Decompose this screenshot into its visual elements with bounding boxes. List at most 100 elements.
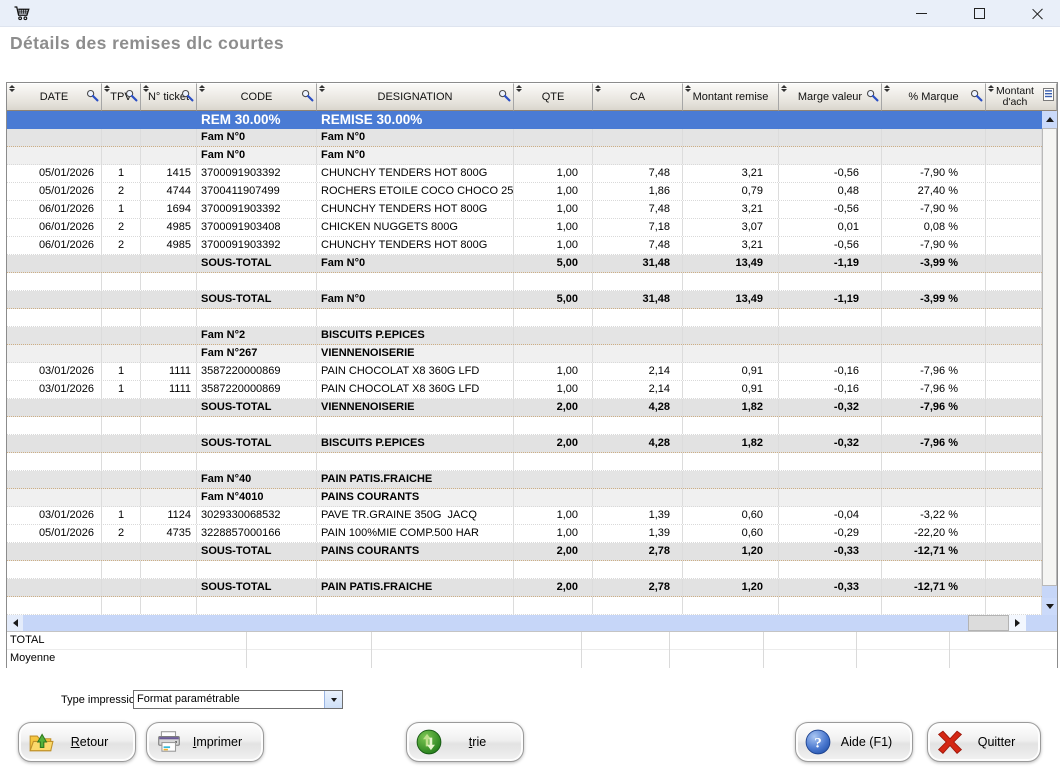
table-row-empty[interactable] bbox=[7, 417, 1042, 435]
table-row-data[interactable]: 03/01/2026111113587220000869PAIN CHOCOLA… bbox=[7, 381, 1042, 399]
column-header-code[interactable]: CODE bbox=[197, 83, 317, 111]
cell-qte bbox=[514, 111, 593, 128]
table-row-empty[interactable] bbox=[7, 273, 1042, 291]
quitter-button[interactable]: Quitter bbox=[927, 722, 1041, 762]
cell-montant bbox=[986, 507, 1042, 524]
cell-remise: 1,20 bbox=[683, 543, 779, 560]
table-row-fam-a[interactable]: Fam N°40PAIN PATIS.FRAICHE bbox=[7, 471, 1042, 489]
column-header-marge[interactable]: Marge valeur bbox=[779, 83, 882, 111]
cell-designation: PAINS COURANTS bbox=[317, 489, 514, 506]
table-row-fam-a[interactable]: Fam N°0Fam N°0 bbox=[7, 129, 1042, 147]
close-button[interactable] bbox=[1014, 0, 1060, 26]
table-row-subtotal[interactable]: SOUS-TOTALFam N°05,0031,4813,49-1,19-3,9… bbox=[7, 255, 1042, 273]
cell-qte: 2,00 bbox=[514, 579, 593, 596]
table-row-fam-a[interactable]: Fam N°2BISCUITS P.EPICES bbox=[7, 327, 1042, 345]
table-row-data[interactable]: 05/01/2026114153700091903392CHUNCHY TEND… bbox=[7, 165, 1042, 183]
filter-magnifier-icon[interactable] bbox=[125, 89, 138, 105]
horizontal-scrollbar-thumb[interactable] bbox=[968, 615, 1009, 631]
column-header-montant[interactable]: Montant d'ach bbox=[986, 83, 1057, 111]
cell-marque: -3,22 % bbox=[882, 507, 986, 524]
column-header-date[interactable]: DATE bbox=[7, 83, 102, 111]
table-row-data[interactable]: 06/01/2026116943700091903392CHUNCHY TEND… bbox=[7, 201, 1042, 219]
trie-button[interactable]: trie bbox=[406, 722, 524, 762]
cell-tpv bbox=[102, 327, 141, 344]
cell-montant bbox=[986, 471, 1042, 488]
table-row-subtotal[interactable]: SOUS-TOTALFam N°05,0031,4813,49-1,19-3,9… bbox=[7, 291, 1042, 309]
cell-ca: 2,14 bbox=[593, 363, 683, 380]
vertical-scrollbar-thumb[interactable] bbox=[1042, 128, 1057, 586]
cell-tpv bbox=[102, 273, 141, 290]
table-row-data[interactable]: 06/01/2026249853700091903408CHICKEN NUGG… bbox=[7, 219, 1042, 237]
cell-remise: 0,60 bbox=[683, 507, 779, 524]
type-impression-select[interactable]: Format paramétrable bbox=[133, 690, 343, 709]
cell-marque: 27,40 % bbox=[882, 183, 986, 200]
cell-marge: -0,32 bbox=[779, 399, 882, 416]
column-header-marque[interactable]: % Marque bbox=[882, 83, 986, 111]
cell-remise: 1,20 bbox=[683, 579, 779, 596]
filter-magnifier-icon[interactable] bbox=[301, 89, 314, 105]
scroll-down-button[interactable] bbox=[1042, 598, 1057, 615]
column-header-designation[interactable]: DESIGNATION bbox=[317, 83, 514, 111]
cell-ca: 7,48 bbox=[593, 237, 683, 254]
table-row-subtotal[interactable]: SOUS-TOTALPAINS COURANTS2,002,781,20-0,3… bbox=[7, 543, 1042, 561]
table-row-fam-b[interactable]: Fam N°267VIENNENOISERIE bbox=[7, 345, 1042, 363]
cell-ticket bbox=[141, 111, 197, 128]
cell-designation: PAINS COURANTS bbox=[317, 543, 514, 560]
scroll-right-button[interactable] bbox=[1009, 615, 1026, 631]
table-row-empty[interactable] bbox=[7, 561, 1042, 579]
column-header-remise[interactable]: Montant remise bbox=[683, 83, 779, 111]
table-row-fam-b[interactable]: Fam N°4010PAINS COURANTS bbox=[7, 489, 1042, 507]
cell-ca: 2,78 bbox=[593, 543, 683, 560]
cell-code: Fam N°4010 bbox=[197, 489, 317, 506]
cell-tpv bbox=[102, 291, 141, 308]
cell-marge: -0,56 bbox=[779, 201, 882, 218]
table-row-subtotal[interactable]: SOUS-TOTALPAIN PATIS.FRAICHE2,002,781,20… bbox=[7, 579, 1042, 597]
column-header-qte[interactable]: QTE bbox=[514, 83, 593, 111]
table-row-data[interactable]: 03/01/2026111113587220000869PAIN CHOCOLA… bbox=[7, 363, 1042, 381]
cell-montant bbox=[986, 273, 1042, 290]
table-row-data[interactable]: 05/01/2026247353228857000166PAIN 100%MIE… bbox=[7, 525, 1042, 543]
filter-magnifier-icon[interactable] bbox=[181, 89, 194, 105]
cell-marque bbox=[882, 597, 986, 614]
table-row-empty[interactable] bbox=[7, 453, 1042, 471]
column-header-tpv[interactable]: TPV bbox=[102, 83, 141, 111]
cell-marque bbox=[882, 471, 986, 488]
aide-button[interactable]: ? Aide (F1) bbox=[795, 722, 913, 762]
imprimer-button[interactable]: Imprimer bbox=[146, 722, 264, 762]
filter-magnifier-icon[interactable] bbox=[86, 89, 99, 105]
cell-qte: 1,00 bbox=[514, 219, 593, 236]
cell-designation bbox=[317, 561, 514, 578]
vertical-scrollbar[interactable] bbox=[1042, 111, 1057, 615]
table-row-fam-b[interactable]: Fam N°0Fam N°0 bbox=[7, 147, 1042, 165]
table-row-data[interactable]: 03/01/2026111243029330068532PAVE TR.GRAI… bbox=[7, 507, 1042, 525]
table-row-subtotal[interactable]: SOUS-TOTALVIENNENOISERIE2,004,281,82-0,3… bbox=[7, 399, 1042, 417]
cell-ca: 1,39 bbox=[593, 525, 683, 542]
cell-marque: -7,90 % bbox=[882, 201, 986, 218]
scroll-left-button[interactable] bbox=[7, 615, 23, 631]
horizontal-scrollbar[interactable] bbox=[7, 615, 1057, 631]
cell-date: 05/01/2026 bbox=[7, 165, 102, 182]
sort-arrows-icon bbox=[780, 85, 787, 92]
report-icon[interactable] bbox=[1043, 88, 1054, 104]
table-row-data[interactable]: 05/01/2026247443700411907499ROCHERS ETOI… bbox=[7, 183, 1042, 201]
column-header-ticket[interactable]: N° ticket bbox=[141, 83, 197, 111]
table-row-subtotal[interactable]: SOUS-TOTALBISCUITS P.EPICES2,004,281,82-… bbox=[7, 435, 1042, 453]
scroll-up-button[interactable] bbox=[1042, 111, 1057, 128]
minimize-button[interactable] bbox=[898, 0, 944, 26]
cell-montant bbox=[986, 381, 1042, 398]
cell-qte bbox=[514, 309, 593, 326]
cell-remise: 13,49 bbox=[683, 255, 779, 272]
filter-magnifier-icon[interactable] bbox=[498, 89, 511, 105]
table-row-empty[interactable] bbox=[7, 597, 1042, 615]
table-row-data[interactable]: 06/01/2026249853700091903392CHUNCHY TEND… bbox=[7, 237, 1042, 255]
column-header-ca[interactable]: CA bbox=[593, 83, 683, 111]
table-row-empty[interactable] bbox=[7, 309, 1042, 327]
filter-magnifier-icon[interactable] bbox=[970, 89, 983, 105]
retour-button[interactable]: Retour bbox=[18, 722, 136, 762]
cell-designation: Fam N°0 bbox=[317, 291, 514, 308]
table-row-discount[interactable]: REM 30.00%REMISE 30.00% bbox=[7, 111, 1042, 129]
maximize-button[interactable] bbox=[956, 0, 1002, 26]
cell-remise bbox=[683, 561, 779, 578]
combo-dropdown-button[interactable] bbox=[324, 691, 342, 708]
filter-magnifier-icon[interactable] bbox=[866, 89, 879, 105]
